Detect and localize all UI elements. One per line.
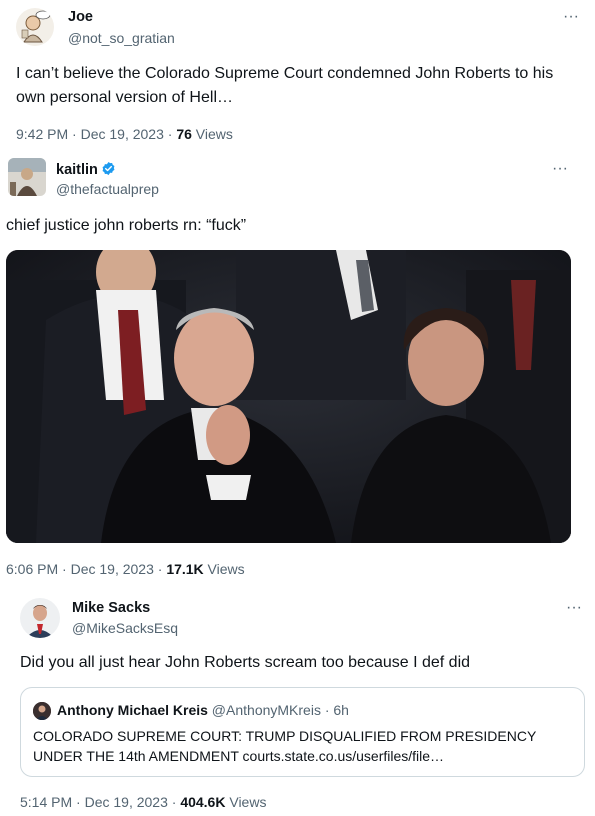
timestamp[interactable]: 9:42 PM · Dec 19, 2023 · (16, 126, 176, 142)
timestamp[interactable]: 5:14 PM · Dec 19, 2023 · (20, 794, 180, 810)
quoted-tweet[interactable]: Anthony Michael Kreis @AnthonyMKreis · 6… (20, 687, 585, 777)
display-name-row: kaitlin (56, 161, 116, 178)
user-handle[interactable]: @thefactualprep (56, 181, 159, 197)
tweet-meta: 6:06 PM · Dec 19, 2023 · 17.1K Views (6, 561, 245, 577)
quote-handle-time: @AnthonyMKreis · 6h (207, 702, 349, 718)
views-label: Views (191, 126, 233, 142)
views-label: Views (225, 794, 267, 810)
display-name[interactable]: kaitlin (56, 162, 98, 178)
quote-text: COLORADO SUPREME COURT: TRUMP DISQUALIFI… (33, 728, 537, 764)
view-count: 404.6K (180, 794, 226, 810)
tweet-mike-sacks[interactable]: Mike Sacks @MikeSacksEsq ··· Did you all… (0, 585, 595, 816)
quote-display-name[interactable]: Anthony Michael Kreis (57, 702, 208, 718)
more-icon[interactable]: ··· (552, 161, 568, 177)
verified-badge-icon (102, 161, 115, 176)
avatar[interactable] (20, 598, 60, 638)
tweet-text: Did you all just hear John Roberts screa… (20, 654, 471, 671)
user-handle[interactable]: @MikeSacksEsq (72, 620, 178, 636)
avatar[interactable] (16, 8, 54, 46)
tweet-joe[interactable]: Joe @not_so_gratian ··· I can’t believe … (0, 0, 595, 150)
more-icon[interactable]: ··· (566, 600, 582, 616)
display-name[interactable]: Mike Sacks (72, 600, 150, 616)
more-icon[interactable]: ··· (563, 9, 579, 25)
view-count: 17.1K (166, 561, 204, 577)
tweet-text: chief justice john roberts rn: “fuck” (6, 217, 247, 234)
quote-header: Anthony Michael Kreis @AnthonyMKreis · 6… (57, 702, 349, 718)
tweet-meta: 5:14 PM · Dec 19, 2023 · 404.6K Views (20, 794, 266, 810)
display-name[interactable]: Joe (68, 9, 93, 25)
timestamp[interactable]: 6:06 PM · Dec 19, 2023 · (6, 561, 166, 577)
user-handle[interactable]: @not_so_gratian (68, 30, 175, 46)
view-count: 76 (176, 126, 192, 142)
quote-avatar[interactable] (33, 702, 51, 720)
tweet-meta: 9:42 PM · Dec 19, 2023 · 76 Views (16, 126, 233, 142)
tweet-photo[interactable] (6, 250, 571, 543)
tweet-kaitlin[interactable]: kaitlin @thefactualprep ··· chief justic… (0, 150, 595, 585)
views-label: Views (203, 561, 245, 577)
avatar[interactable] (8, 158, 46, 196)
tweet-text: I can’t believe the Colorado Supreme Cou… (16, 65, 554, 106)
